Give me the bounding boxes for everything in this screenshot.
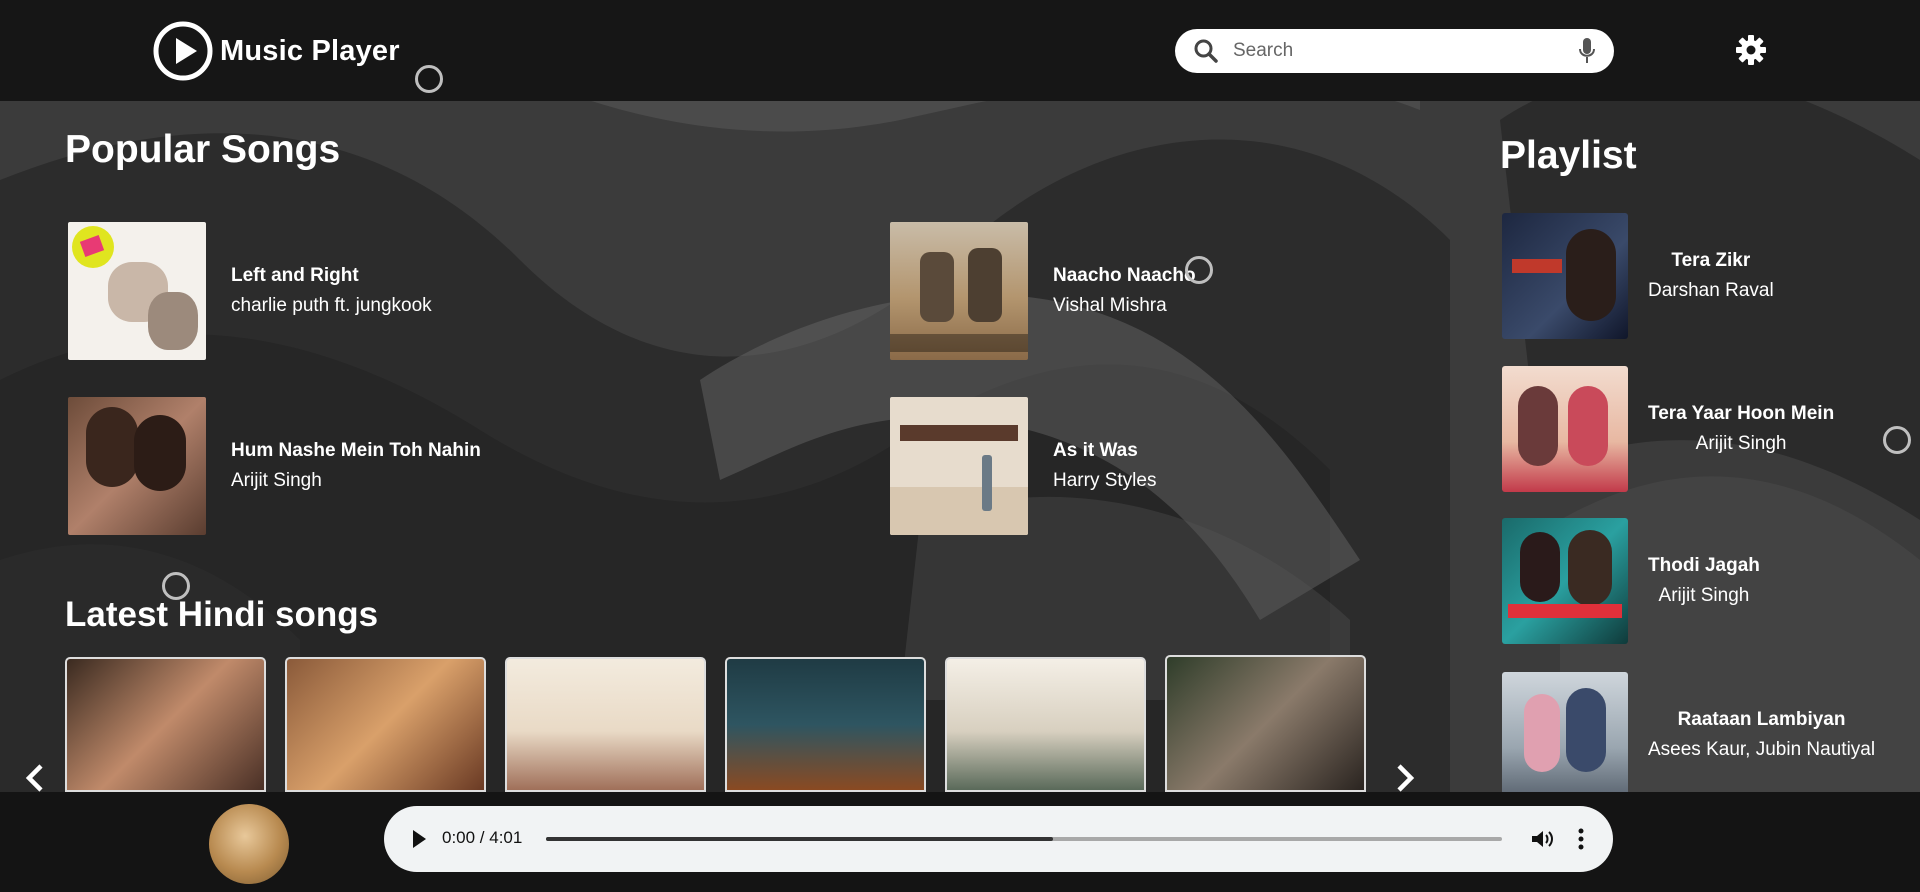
song-title: Left and Right (231, 265, 359, 286)
album-art (1502, 672, 1628, 798)
playlist-song-title: Tera Yaar Hoon Mein (1648, 403, 1835, 424)
song-artist: Harry Styles (1053, 470, 1157, 491)
latest-song-card[interactable] (505, 657, 706, 792)
playlist-item[interactable]: Tera Yaar Hoon Mein Arijit Singh (1502, 366, 1834, 492)
app-title: Music Player (220, 34, 400, 67)
playlist-song-title: Thodi Jagah (1648, 555, 1760, 576)
song-artist: Vishal Mishra (1053, 295, 1167, 316)
latest-songs-heading: Latest Hindi songs (65, 595, 379, 634)
progress-track[interactable] (546, 837, 1502, 841)
album-art (890, 222, 1028, 360)
playlist-item[interactable]: Raataan Lambiyan Asees Kaur, Jubin Nauti… (1502, 672, 1875, 798)
song-title: Naacho Naacho (1053, 265, 1196, 286)
playlist-song-artist: Darshan Raval (1648, 280, 1774, 301)
audio-player[interactable]: 0:00 / 4:01 (384, 806, 1613, 872)
app-logo[interactable]: Music Player (152, 20, 400, 82)
playback-time: 0:00 / 4:01 (442, 828, 523, 847)
latest-song-card[interactable] (1165, 655, 1366, 792)
decorative-ring (1883, 426, 1911, 454)
gear-icon[interactable] (1735, 34, 1767, 66)
album-art (68, 397, 206, 535)
volume-icon[interactable] (1530, 828, 1554, 850)
latest-song-card[interactable] (65, 657, 266, 792)
playlist-item[interactable]: Tera Zikr Darshan Raval (1502, 213, 1774, 339)
decorative-ring (1185, 256, 1213, 284)
latest-song-card[interactable] (725, 657, 926, 792)
latest-song-card[interactable] (945, 657, 1146, 792)
album-art (890, 397, 1028, 535)
song-title: Hum Nashe Mein Toh Nahin (231, 440, 481, 461)
album-art (1502, 518, 1628, 644)
microphone-icon[interactable] (1578, 37, 1596, 65)
popular-songs-heading: Popular Songs (65, 128, 341, 171)
chevron-left-icon[interactable] (24, 762, 46, 794)
popular-song-item[interactable]: Naacho Naacho Vishal Mishra (890, 222, 1196, 360)
playlist-heading: Playlist (1500, 134, 1637, 177)
album-art (1502, 366, 1628, 492)
song-title: As it Was (1053, 440, 1138, 461)
playlist-song-title: Raataan Lambiyan (1677, 709, 1846, 730)
search-icon (1194, 39, 1218, 63)
play-icon[interactable] (410, 828, 428, 850)
chevron-right-icon[interactable] (1394, 762, 1416, 794)
latest-song-card[interactable] (285, 657, 486, 792)
progress-fill (546, 837, 1053, 841)
popular-song-item[interactable]: Left and Right charlie puth ft. jungkook (68, 222, 432, 360)
playlist-song-artist: Arijit Singh (1658, 585, 1750, 606)
top-bar: Music Player (0, 0, 1920, 101)
song-artist: Arijit Singh (231, 470, 322, 491)
playlist-song-artist: Arijit Singh (1695, 433, 1787, 454)
playlist-item[interactable]: Thodi Jagah Arijit Singh (1502, 518, 1760, 644)
popular-song-item[interactable]: As it Was Harry Styles (890, 397, 1156, 535)
playlist-song-artist: Asees Kaur, Jubin Nautiyal (1648, 739, 1876, 760)
search-box[interactable] (1175, 29, 1614, 73)
play-circle-icon (153, 21, 213, 81)
more-vertical-icon[interactable] (1577, 827, 1585, 851)
latest-songs-carousel (65, 655, 1366, 792)
album-art (1502, 213, 1628, 339)
decorative-ring (415, 65, 443, 93)
popular-song-item[interactable]: Hum Nashe Mein Toh Nahin Arijit Singh (68, 397, 481, 535)
song-artist: charlie puth ft. jungkook (231, 295, 432, 316)
playlist-song-title: Tera Zikr (1671, 250, 1751, 271)
now-playing-art (209, 804, 289, 884)
search-input[interactable] (1233, 40, 1578, 62)
decorative-ring (162, 572, 190, 600)
album-art (68, 222, 206, 360)
